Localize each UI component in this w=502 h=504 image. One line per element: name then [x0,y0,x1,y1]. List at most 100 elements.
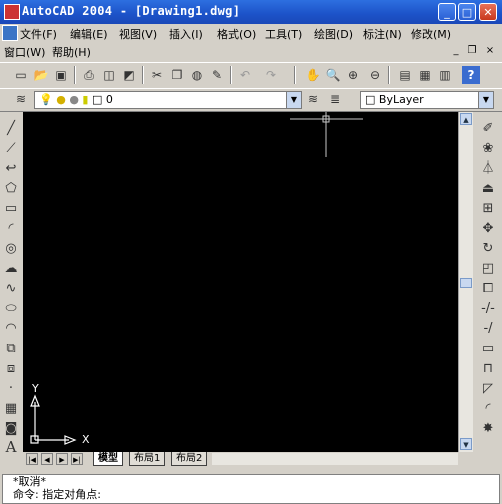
designcenter-icon[interactable]: ▦ [416,66,434,84]
print-icon[interactable]: ⎙ [80,66,98,84]
rotate-icon[interactable]: ↻ [479,240,497,258]
make-block-icon[interactable]: ⧈ [2,360,20,378]
menu-tools[interactable]: 工具(T) [265,26,302,42]
undo-icon[interactable]: ↶ [236,66,254,84]
save-icon[interactable]: ▣ [52,66,70,84]
menu-insert[interactable]: 插入(I) [169,26,203,42]
mirror-icon[interactable]: ⏃ [479,160,497,178]
last-tab-icon[interactable]: ▶| [71,453,83,465]
doc-minimize-button[interactable]: _ [450,45,462,57]
spline-icon[interactable]: ∿ [2,280,20,298]
open-icon[interactable]: 📂 [32,66,50,84]
modify-toolbar: ✐ ❀ ⏃ ⏏ ⊞ ✥ ↻ ◰ ⧠ -/- -/ ▭ ⊓ ◸ ◜ ✸ [473,112,502,462]
redo-icon[interactable]: ↷ [262,66,280,84]
help-icon[interactable]: ? [462,66,480,84]
menu-dimension[interactable]: 标注(N) [363,26,402,42]
rectangle-icon[interactable]: ▭ [2,200,20,218]
menu-format[interactable]: 格式(O) [217,26,256,42]
hatch-icon[interactable]: ▦ [2,400,20,418]
menu-edit[interactable]: 编辑(E) [70,26,108,42]
offset-icon[interactable]: ⏏ [479,180,497,198]
minimize-button[interactable]: _ [438,3,456,21]
draw-toolbar: ╱ ⟋ ↩ ⬠ ▭ ◜ ◎ ☁ ∿ ⬭ ◠ ⧉ ⧈ · ▦ ◙ A [0,112,22,462]
scroll-up-icon[interactable]: ▲ [460,113,472,125]
menu-draw[interactable]: 绘图(D) [314,26,353,42]
region-icon[interactable]: ◙ [2,420,20,438]
menu-window[interactable]: 窗口(W) [4,44,45,60]
chamfer-icon[interactable]: ◸ [479,380,497,398]
zoom-realtime-icon[interactable]: 🔍 [324,66,342,84]
close-button[interactable]: ✕ [479,3,497,21]
make-object-layer-current-icon[interactable]: ≋ [304,90,322,108]
menu-modify[interactable]: 修改(M) [411,26,451,42]
stretch-icon[interactable]: ⧠ [479,280,497,298]
document-icon[interactable] [2,25,18,41]
layer-manager-icon[interactable]: ≋ [12,90,30,108]
properties-icon[interactable]: ▤ [396,66,414,84]
tab-model[interactable]: 模型 [93,452,123,466]
matchprop-icon[interactable]: ✎ [208,66,226,84]
prev-tab-icon[interactable]: ◀ [41,453,53,465]
menu-file[interactable]: 文件(F) [20,26,57,42]
command-history-line: *取消* [13,475,46,488]
zoom-window-icon[interactable]: ⊕ [344,66,362,84]
pan-icon[interactable]: ✋ [304,66,322,84]
window-title: AutoCAD 2004 - [Drawing1.dwg] [22,4,241,18]
ucs-icon [30,394,77,445]
revcloud-icon[interactable]: ☁ [2,260,20,278]
line-icon[interactable]: ╱ [2,120,20,138]
extend-icon[interactable]: -/ [479,320,497,338]
scroll-down-icon[interactable]: ▼ [460,438,472,450]
layer-previous-icon[interactable]: ≣ [326,90,344,108]
zoom-previous-icon[interactable]: ⊖ [366,66,384,84]
doc-restore-button[interactable]: ❐ [466,45,478,57]
fillet-icon[interactable]: ◜ [479,400,497,418]
vertical-scrollbar[interactable]: ▲ ▼ [458,112,473,452]
cut-icon[interactable]: ✂ [148,66,166,84]
command-window[interactable]: *取消* 命令: 指定对角点: [2,474,500,504]
move-icon[interactable]: ✥ [479,220,497,238]
polygon-icon[interactable]: ⬠ [2,180,20,198]
horizontal-scrollbar[interactable] [212,453,458,465]
scroll-thumb[interactable] [460,278,472,288]
trim-icon[interactable]: -/- [479,300,497,318]
point-icon[interactable]: · [2,380,20,398]
maximize-button[interactable]: □ [458,3,476,21]
chevron-down-icon[interactable]: ▼ [478,92,493,108]
join-icon[interactable]: ⊓ [479,360,497,378]
tab-layout2[interactable]: 布局2 [171,452,208,466]
insert-block-icon[interactable]: ⧉ [2,340,20,358]
ellipse-arc-icon[interactable]: ◠ [2,320,20,338]
publish-icon[interactable]: ◩ [120,66,138,84]
drawing-canvas[interactable]: Y X [23,112,458,452]
explode-icon[interactable]: ✸ [479,420,497,438]
break-icon[interactable]: ▭ [479,340,497,358]
next-tab-icon[interactable]: ▶ [56,453,68,465]
paste-icon[interactable]: ◍ [188,66,206,84]
toolpalettes-icon[interactable]: ▥ [436,66,454,84]
first-tab-icon[interactable]: |◀ [26,453,38,465]
crosshair-cursor [290,112,363,157]
menu-view[interactable]: 视图(V) [119,26,157,42]
preview-icon[interactable]: ◫ [100,66,118,84]
circle-icon[interactable]: ◎ [2,240,20,258]
copy-object-icon[interactable]: ❀ [479,140,497,158]
text-icon[interactable]: A [2,438,20,456]
menu-help[interactable]: 帮助(H) [52,44,91,60]
toolbar-separator [74,66,76,84]
autocad-app-icon[interactable] [4,4,20,20]
color-control-dropdown[interactable]: □ ByLayer ▼ [360,91,494,109]
scale-icon[interactable]: ◰ [479,260,497,278]
tab-layout1[interactable]: 布局1 [129,452,166,466]
array-icon[interactable]: ⊞ [479,200,497,218]
new-icon[interactable]: ▭ [12,66,30,84]
chevron-down-icon[interactable]: ▼ [286,92,301,108]
layer-dropdown[interactable]: 💡 ● ● ▮ □ 0 ▼ [34,91,302,109]
polyline-icon[interactable]: ↩ [2,160,20,178]
copy-icon[interactable]: ❐ [168,66,186,84]
arc-icon[interactable]: ◜ [2,220,20,238]
erase-icon[interactable]: ✐ [479,120,497,138]
doc-close-button[interactable]: × [484,45,496,57]
construction-line-icon[interactable]: ⟋ [2,140,20,158]
ellipse-icon[interactable]: ⬭ [2,300,20,318]
